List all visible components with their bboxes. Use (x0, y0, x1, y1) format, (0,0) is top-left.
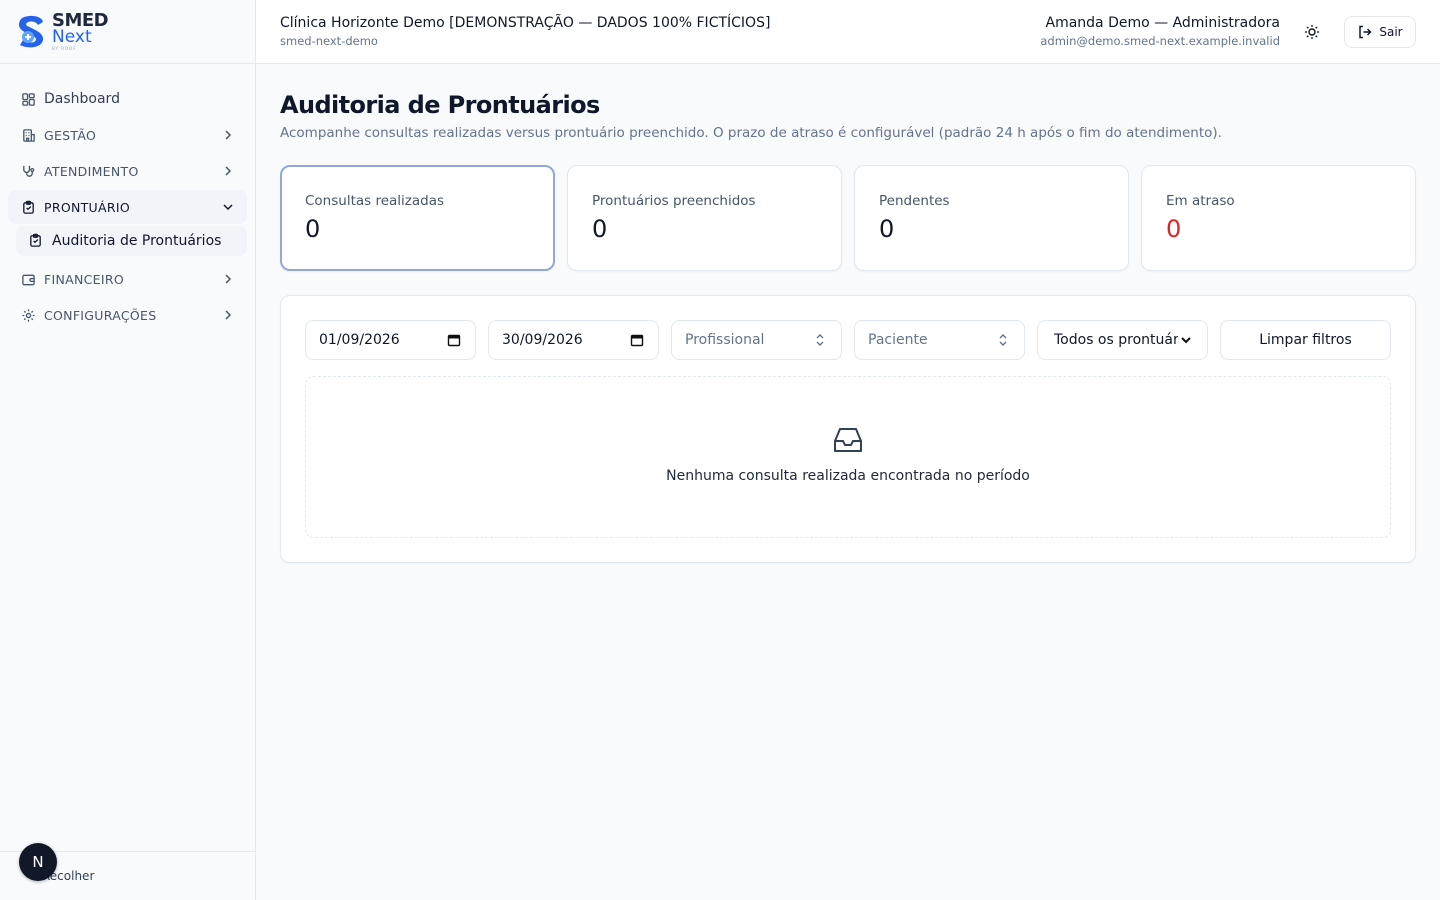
date-end-input[interactable]: 30/09/2026 (488, 320, 659, 360)
sidebar-subitem-label: Auditoria de Prontuários (52, 233, 222, 249)
stat-value: 0 (305, 215, 321, 243)
page-title: Auditoria de Prontuários (280, 91, 600, 119)
patient-combobox[interactable]: Paciente (854, 320, 1025, 360)
status-select[interactable]: Todos os prontuários (1037, 320, 1208, 360)
calendar-icon[interactable] (629, 332, 645, 348)
user-name: Amanda Demo — Administradora (1045, 15, 1281, 31)
logout-label: Sair (1379, 25, 1403, 39)
brand-logo[interactable]: SMED Next BY ROOF (0, 0, 255, 64)
sidebar: SMED Next BY ROOF Dashboard GESTÃO ATEND… (0, 0, 256, 900)
stat-card-preenchidos[interactable]: Prontuários preenchidos 0 (567, 165, 842, 271)
clear-filters-button[interactable]: Limpar filtros (1220, 320, 1391, 360)
chevron-down-icon (1178, 332, 1194, 348)
chevron-right-icon (221, 272, 235, 286)
logout-button[interactable]: Sair (1344, 16, 1416, 48)
chevron-right-icon (221, 164, 235, 178)
sidebar-item-label: Dashboard (44, 91, 120, 107)
stat-value: 0 (879, 215, 895, 243)
sidebar-item-label: PRONTUÁRIO (44, 199, 130, 215)
stat-label: Pendentes (879, 193, 950, 209)
sidebar-item-atendimento[interactable]: ATENDIMENTO (8, 154, 247, 188)
audit-panel: 01/09/2026 30/09/2026 Profissional Pacie… (280, 295, 1416, 563)
sidebar-item-label: ATENDIMENTO (44, 163, 139, 179)
chevron-right-icon (221, 128, 235, 142)
clinic-slug: smed-next-demo (280, 34, 378, 48)
brand-tagline: BY ROOF (52, 46, 77, 51)
top-header: Clínica Horizonte Demo [DEMONSTRAÇÃO — D… (256, 0, 1440, 64)
stat-label: Em atraso (1166, 193, 1235, 209)
avatar[interactable]: N (19, 843, 57, 881)
sidebar-item-gestao[interactable]: GESTÃO (8, 118, 247, 152)
sidebar-item-prontuario[interactable]: PRONTUÁRIO (8, 190, 247, 224)
clipboard-check-icon (28, 233, 44, 249)
dashboard-grid-icon (20, 91, 36, 107)
logout-icon (1357, 24, 1373, 40)
brand-product: Next (52, 27, 92, 47)
user-email: admin@demo.smed-next.example.invalid (1040, 34, 1280, 48)
theme-toggle-button[interactable] (1300, 20, 1324, 44)
chevrons-up-down-icon (995, 332, 1011, 348)
inbox-icon (832, 426, 864, 454)
chevrons-up-down-icon (812, 332, 828, 348)
main-content: Auditoria de Prontuários Acompanhe consu… (280, 64, 1416, 563)
sun-icon (1304, 24, 1320, 40)
building-icon (20, 127, 36, 143)
stat-card-consultas[interactable]: Consultas realizadas 0 (280, 165, 555, 271)
page-description: Acompanhe consultas realizadas versus pr… (280, 125, 1222, 141)
stethoscope-icon (20, 163, 36, 179)
sidebar-item-label: CONFIGURAÇÕES (44, 307, 157, 323)
professional-placeholder: Profissional (685, 332, 765, 348)
empty-state: Nenhuma consulta realizada encontrada no… (305, 376, 1391, 538)
date-start-input[interactable]: 01/09/2026 (305, 320, 476, 360)
stat-value: 0 (592, 215, 608, 243)
smed-logo-icon (16, 14, 46, 50)
status-selected-value: Todos os prontuários (1054, 332, 1178, 348)
filters-bar: 01/09/2026 30/09/2026 Profissional Pacie… (305, 320, 1391, 360)
sidebar-subitem-auditoria[interactable]: Auditoria de Prontuários (16, 226, 247, 256)
stat-label: Consultas realizadas (305, 193, 445, 209)
empty-state-message: Nenhuma consulta realizada encontrada no… (666, 468, 1030, 484)
gear-icon (20, 307, 36, 323)
sidebar-nav: Dashboard GESTÃO ATENDIMENTO PRONTUÁRIO (0, 64, 255, 340)
sidebar-item-configuracoes[interactable]: CONFIGURAÇÕES (8, 298, 247, 332)
date-end-value: 30/09/2026 (502, 332, 583, 348)
date-start-value: 01/09/2026 (319, 332, 400, 348)
patient-placeholder: Paciente (868, 332, 928, 348)
stat-card-pendentes[interactable]: Pendentes 0 (854, 165, 1129, 271)
sidebar-item-label: GESTÃO (44, 127, 97, 143)
stat-value: 0 (1166, 215, 1182, 243)
stat-label: Prontuários preenchidos (592, 193, 756, 209)
stat-card-em-atraso[interactable]: Em atraso 0 (1141, 165, 1416, 271)
chevron-down-icon (221, 200, 235, 214)
sidebar-item-financeiro[interactable]: FINANCEIRO (8, 262, 247, 296)
wallet-icon (20, 271, 36, 287)
sidebar-item-dashboard[interactable]: Dashboard (8, 82, 247, 116)
sidebar-item-label: FINANCEIRO (44, 271, 124, 287)
calendar-icon[interactable] (446, 332, 462, 348)
clinic-name: Clínica Horizonte Demo [DEMONSTRAÇÃO — D… (280, 15, 771, 31)
professional-combobox[interactable]: Profissional (671, 320, 842, 360)
stats-row: Consultas realizadas 0 Prontuários preen… (280, 165, 1416, 271)
clipboard-icon (20, 199, 36, 215)
chevron-right-icon (221, 308, 235, 322)
